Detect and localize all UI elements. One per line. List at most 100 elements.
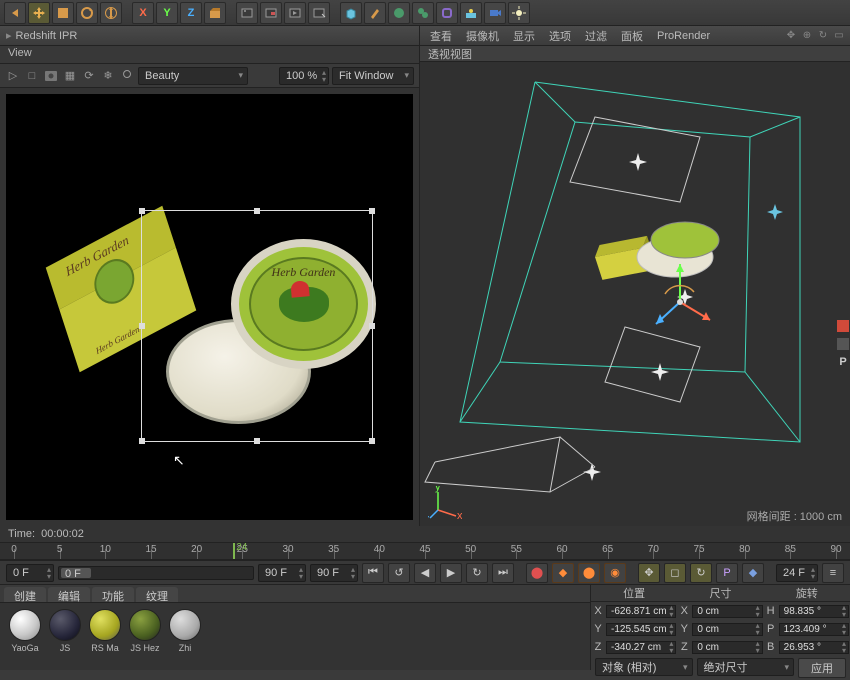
coord-rot-field[interactable]: 123.409 °▴▾ (779, 623, 849, 636)
render-region-icon[interactable] (260, 2, 282, 24)
material-shelf[interactable]: YaoGaJSRS MaJS HezZhi (0, 603, 590, 670)
render-pv-icon[interactable] (284, 2, 306, 24)
material-item[interactable]: Zhi (166, 609, 204, 664)
dock-p-icon[interactable]: P (837, 356, 849, 368)
render-view[interactable]: Herb Garden Herb Garden Herb Garden (6, 94, 413, 520)
ruler-tick-label: 15 (145, 544, 156, 555)
render-region-marquee[interactable] (141, 210, 373, 442)
material-item[interactable]: JS Hez (126, 609, 164, 664)
ipr-pass-dropdown[interactable]: Beauty (138, 67, 248, 85)
tab-texture[interactable]: 纹理 (136, 587, 178, 602)
coord-rot-field[interactable]: 26.953 °▴▾ (779, 641, 849, 654)
ipr-start-icon[interactable]: ▷ (5, 68, 21, 84)
vp-menu-filter[interactable]: 过滤 (585, 28, 607, 44)
fps-field[interactable]: 24 F▴▾ (776, 564, 818, 582)
last-tool-icon[interactable] (100, 2, 122, 24)
vp-menu-display[interactable]: 显示 (513, 28, 535, 44)
vp-menu-camera[interactable]: 摄像机 (466, 28, 499, 44)
key-param-button[interactable]: P (716, 563, 738, 583)
axis-z-toggle[interactable]: Z (180, 2, 202, 24)
material-item[interactable]: YaoGa (6, 609, 44, 664)
tab-create[interactable]: 创建 (4, 587, 46, 602)
light-icon[interactable] (508, 2, 530, 24)
coord-pos-field[interactable]: -340.27 cm▴▾ (606, 641, 676, 654)
ipr-fit-dropdown[interactable]: Fit Window (332, 67, 414, 85)
tab-edit[interactable]: 编辑 (48, 587, 90, 602)
next-frame-button[interactable]: ↻ (466, 563, 488, 583)
ipr-snow-icon[interactable]: ❄ (100, 68, 116, 84)
ipr-bucket-icon[interactable]: ▦ (62, 68, 78, 84)
coord-size-field[interactable]: 0 cm▴▾ (692, 641, 762, 654)
coord-system-icon[interactable] (204, 2, 226, 24)
record-button[interactable]: ⬤ (526, 563, 548, 583)
ipr-stop-icon[interactable]: □ (24, 68, 40, 84)
range-end-field[interactable]: 90 F▴▾ (258, 564, 306, 582)
render-settings-icon[interactable] (308, 2, 330, 24)
timeline-slider[interactable]: 0 F (58, 566, 254, 580)
coord-pos-field[interactable]: -626.871 cm▴▾ (606, 605, 676, 618)
scale-tool-icon[interactable] (52, 2, 74, 24)
vp-menu-prorender[interactable]: ProRender (657, 30, 710, 42)
cube-primitive-icon[interactable] (340, 2, 362, 24)
coord-size-field[interactable]: 0 cm▴▾ (692, 623, 762, 636)
vp-menu-panel[interactable]: 面板 (621, 28, 643, 44)
coord-rot-field[interactable]: 98.835 °▴▾ (779, 605, 849, 618)
playhead[interactable] (233, 543, 235, 559)
timeline-ruler[interactable]: 051015202530354045505560657075808590 (0, 542, 850, 560)
pen-tool-icon[interactable] (364, 2, 386, 24)
ipr-snapshot-icon[interactable] (43, 68, 59, 84)
axis-x-toggle[interactable]: X (132, 2, 154, 24)
ipr-view-menu[interactable]: View (0, 46, 419, 64)
ipr-zoom-field[interactable]: 100 %▴▾ (279, 67, 329, 85)
range-start-field[interactable]: 0 F▴▾ (6, 564, 54, 582)
keysel-button[interactable]: ⬤ (578, 563, 600, 583)
axis-y-toggle[interactable]: Y (156, 2, 178, 24)
vp-nav-3-icon[interactable]: ↻ (816, 28, 830, 42)
viewport-menubar: 查看 摄像机 显示 选项 过滤 面板 ProRender ✥ ⊕ ↻ ▭ (420, 26, 850, 46)
coord-apply-button[interactable]: 应用 (798, 658, 846, 678)
coord-mode2-dropdown[interactable]: 绝对尺寸 (697, 658, 795, 676)
viewport-tab[interactable]: 透视视图 (420, 46, 850, 62)
vp-nav-4-icon[interactable]: ▭ (832, 28, 846, 42)
ipr-lock-icon[interactable]: ⭘ (119, 68, 135, 84)
prev-frame-button[interactable]: ◀ (414, 563, 436, 583)
coord-size-field[interactable]: 0 cm▴▾ (692, 605, 762, 618)
autokey-button[interactable]: ◆ (552, 563, 574, 583)
goto-start-button[interactable]: ⏮ (362, 563, 384, 583)
environment-icon[interactable] (460, 2, 482, 24)
coord-pos-field[interactable]: -125.545 cm▴▾ (606, 623, 676, 636)
material-item[interactable]: JS (46, 609, 84, 664)
collapse-icon[interactable]: ▸ (6, 29, 12, 42)
timeline-menu-button[interactable]: ≡ (822, 563, 844, 583)
undo-icon[interactable] (4, 2, 26, 24)
deformer-icon[interactable] (436, 2, 458, 24)
key-rot-button[interactable]: ↻ (690, 563, 712, 583)
ipr-refresh-icon[interactable]: ⟳ (81, 68, 97, 84)
vp-menu-view[interactable]: 查看 (430, 28, 452, 44)
material-item[interactable]: RS Ma (86, 609, 124, 664)
generator-icon[interactable] (412, 2, 434, 24)
dock-red-icon[interactable] (837, 320, 849, 332)
render-icon[interactable] (236, 2, 258, 24)
key-pos-button[interactable]: ✥ (638, 563, 660, 583)
dock-grey-icon[interactable] (837, 338, 849, 350)
key-scale-button[interactable]: ◻ (664, 563, 686, 583)
coord-mode1-dropdown[interactable]: 对象 (相对) (595, 658, 693, 676)
vp-menu-options[interactable]: 选项 (549, 28, 571, 44)
goto-end-button[interactable]: ⏭ (492, 563, 514, 583)
nurbs-icon[interactable] (388, 2, 410, 24)
play-button[interactable]: ▶ (440, 563, 462, 583)
camera-icon[interactable] (484, 2, 506, 24)
perspective-viewport[interactable]: y x z 网格间距 : 1000 cm (420, 62, 850, 526)
key-pla-button[interactable]: ◆ (742, 563, 764, 583)
ipr-panel-header[interactable]: ▸ Redshift IPR (0, 26, 419, 46)
range-end2-field[interactable]: 90 F▴▾ (310, 564, 358, 582)
vp-nav-2-icon[interactable]: ⊕ (800, 28, 814, 42)
rotate-tool-icon[interactable] (76, 2, 98, 24)
vp-nav-1-icon[interactable]: ✥ (784, 28, 798, 42)
key-all-button[interactable]: ◉ (604, 563, 626, 583)
tab-function[interactable]: 功能 (92, 587, 134, 602)
material-preview-icon (89, 609, 121, 641)
prev-key-button[interactable]: ↺ (388, 563, 410, 583)
move-tool-icon[interactable] (28, 2, 50, 24)
